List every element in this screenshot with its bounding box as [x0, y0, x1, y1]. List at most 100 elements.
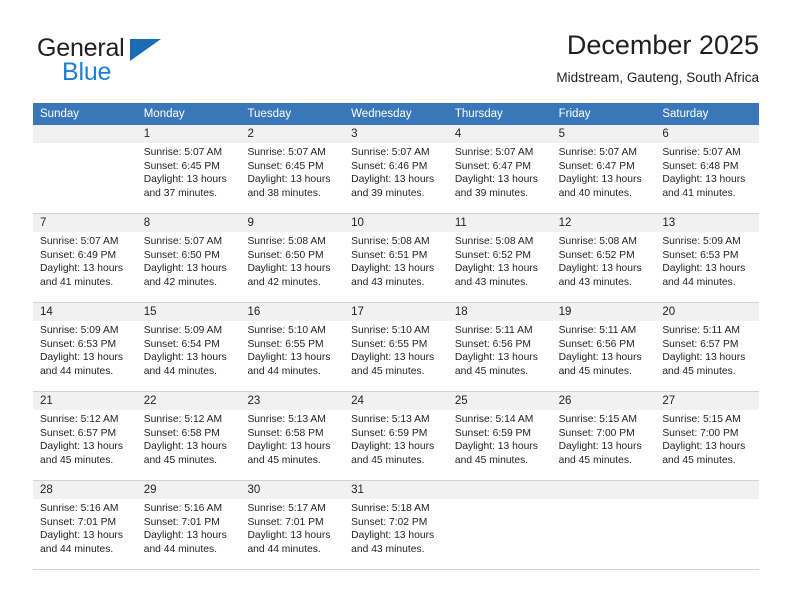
- day-cell-30[interactable]: Sunrise: 5:17 AM Sunset: 7:01 PM Daylight:…: [240, 499, 344, 569]
- day-number-30[interactable]: 30: [240, 481, 344, 499]
- day-cell-10[interactable]: Sunrise: 5:08 AM Sunset: 6:51 PM Daylight:…: [344, 232, 448, 302]
- day-number-15[interactable]: 15: [137, 303, 241, 321]
- day-cell-15[interactable]: Sunrise: 5:09 AM Sunset: 6:54 PM Daylight:…: [137, 321, 241, 391]
- weekday-header-tuesday: Tuesday: [247, 108, 292, 120]
- day-cell-17[interactable]: Sunrise: 5:10 AM Sunset: 6:55 PM Daylight:…: [344, 321, 448, 391]
- day-number-20[interactable]: 20: [655, 303, 759, 321]
- day-detail-line: Sunrise: 5:07 AM: [351, 147, 430, 158]
- day-detail-line: Daylight: 13 hours: [351, 174, 435, 185]
- day-cell-5[interactable]: Sunrise: 5:07 AM Sunset: 6:47 PM Daylight:…: [552, 143, 656, 213]
- day-number-23[interactable]: 23: [240, 392, 344, 410]
- day-number-1[interactable]: 1: [137, 125, 241, 143]
- day-number-31[interactable]: 31: [344, 481, 448, 499]
- day-detail-line: Daylight: 13 hours: [40, 263, 123, 274]
- day-cell-27[interactable]: Sunrise: 5:15 AM Sunset: 7:00 PM Daylight:…: [655, 410, 759, 480]
- day-detail-line: and 40 minutes.: [558, 187, 632, 199]
- day-cell-12[interactable]: Sunrise: 5:08 AM Sunset: 6:52 PM Daylight:…: [552, 232, 656, 302]
- day-cell-13[interactable]: Sunrise: 5:09 AM Sunset: 6:53 PM Daylight:…: [655, 232, 759, 302]
- day-cell-16[interactable]: Sunrise: 5:10 AM Sunset: 6:55 PM Daylight:…: [240, 321, 344, 391]
- day-detail-line: Daylight: 13 hours: [662, 263, 746, 274]
- day-detail-line: and 44 minutes.: [40, 365, 114, 377]
- day-number-25[interactable]: 25: [448, 392, 552, 410]
- day-number-10[interactable]: 10: [344, 214, 448, 232]
- weekday-header-friday: Friday: [558, 108, 591, 120]
- day-number-empty: [448, 481, 552, 499]
- day-number-29[interactable]: 29: [137, 481, 241, 499]
- title-block: December 2025 Midstream, Gauteng, South …: [556, 28, 759, 88]
- day-cell-28[interactable]: Sunrise: 5:16 AM Sunset: 7:01 PM Daylight:…: [33, 499, 137, 569]
- week-content-row: Sunrise: 5:07 AM Sunset: 6:49 PM Daylight:…: [33, 232, 759, 302]
- day-number-16[interactable]: 16: [240, 303, 344, 321]
- general-blue-logo[interactable]: General Blue: [33, 34, 223, 90]
- day-detail-line: Sunrise: 5:11 AM: [662, 325, 740, 336]
- day-detail-line: Daylight: 13 hours: [40, 441, 123, 452]
- day-detail-line: Daylight: 13 hours: [247, 530, 331, 541]
- day-number-22[interactable]: 22: [137, 392, 241, 410]
- day-number-8[interactable]: 8: [137, 214, 241, 232]
- day-detail-line: and 45 minutes.: [143, 454, 217, 466]
- day-number-28[interactable]: 28: [33, 481, 137, 499]
- day-cell-23[interactable]: Sunrise: 5:13 AM Sunset: 6:58 PM Daylight:…: [240, 410, 344, 480]
- day-detail-line: Sunset: 6:52 PM: [558, 249, 635, 261]
- day-cell-26[interactable]: Sunrise: 5:15 AM Sunset: 7:00 PM Daylight:…: [552, 410, 656, 480]
- day-number-26[interactable]: 26: [552, 392, 656, 410]
- day-cell-1[interactable]: Sunrise: 5:07 AM Sunset: 6:45 PM Daylight:…: [137, 143, 241, 213]
- week-content-row: Sunrise: 5:07 AM Sunset: 6:45 PM Daylight:…: [33, 143, 759, 213]
- day-number-19[interactable]: 19: [552, 303, 656, 321]
- day-number-24[interactable]: 24: [344, 392, 448, 410]
- day-number-3[interactable]: 3: [344, 125, 448, 143]
- day-detail-line: Daylight: 13 hours: [143, 441, 227, 452]
- day-detail-line: Sunrise: 5:11 AM: [558, 325, 637, 336]
- day-number-12[interactable]: 12: [552, 214, 656, 232]
- day-number-7[interactable]: 7: [33, 214, 137, 232]
- day-cell-14[interactable]: Sunrise: 5:09 AM Sunset: 6:53 PM Daylight:…: [33, 321, 137, 391]
- day-cell-4[interactable]: Sunrise: 5:07 AM Sunset: 6:47 PM Daylight:…: [448, 143, 552, 213]
- day-cell-18[interactable]: Sunrise: 5:11 AM Sunset: 6:56 PM Daylight:…: [448, 321, 552, 391]
- day-detail-line: and 41 minutes.: [40, 276, 114, 288]
- day-detail-line: and 39 minutes.: [454, 187, 529, 199]
- day-cell-29[interactable]: Sunrise: 5:16 AM Sunset: 7:01 PM Daylight:…: [137, 499, 241, 569]
- day-number-2[interactable]: 2: [240, 125, 344, 143]
- day-number-27[interactable]: 27: [655, 392, 759, 410]
- day-detail-line: Sunrise: 5:10 AM: [351, 325, 430, 336]
- day-cell-20[interactable]: Sunrise: 5:11 AM Sunset: 6:57 PM Daylight:…: [655, 321, 759, 391]
- day-cell-7[interactable]: Sunrise: 5:07 AM Sunset: 6:49 PM Daylight:…: [33, 232, 137, 302]
- day-detail-line: and 44 minutes.: [40, 543, 114, 555]
- day-cell-2[interactable]: Sunrise: 5:07 AM Sunset: 6:45 PM Daylight:…: [240, 143, 344, 213]
- day-detail-line: and 44 minutes.: [143, 543, 217, 555]
- day-cell-11[interactable]: Sunrise: 5:08 AM Sunset: 6:52 PM Daylight:…: [448, 232, 552, 302]
- day-number-5[interactable]: 5: [552, 125, 656, 143]
- day-cell-8[interactable]: Sunrise: 5:07 AM Sunset: 6:50 PM Daylight:…: [137, 232, 241, 302]
- day-detail-line: Daylight: 13 hours: [662, 174, 746, 185]
- day-cell-6[interactable]: Sunrise: 5:07 AM Sunset: 6:48 PM Daylight:…: [655, 143, 759, 213]
- day-number-21[interactable]: 21: [33, 392, 137, 410]
- day-detail-line: and 43 minutes.: [558, 276, 632, 288]
- day-detail-line: Sunrise: 5:09 AM: [143, 325, 223, 336]
- page-title: December 2025: [566, 30, 759, 60]
- day-cell-25[interactable]: Sunrise: 5:14 AM Sunset: 6:59 PM Daylight:…: [448, 410, 552, 480]
- day-cell-19[interactable]: Sunrise: 5:11 AM Sunset: 6:56 PM Daylight:…: [552, 321, 656, 391]
- day-number-11[interactable]: 11: [448, 214, 552, 232]
- day-detail-line: Sunrise: 5:16 AM: [40, 503, 119, 514]
- day-cell-22[interactable]: Sunrise: 5:12 AM Sunset: 6:58 PM Daylight:…: [137, 410, 241, 480]
- day-number-17[interactable]: 17: [344, 303, 448, 321]
- day-cell-24[interactable]: Sunrise: 5:13 AM Sunset: 6:59 PM Daylight:…: [344, 410, 448, 480]
- day-cell-31[interactable]: Sunrise: 5:18 AM Sunset: 7:02 PM Daylight:…: [344, 499, 448, 569]
- day-detail-line: and 43 minutes.: [351, 543, 425, 555]
- day-number-14[interactable]: 14: [33, 303, 137, 321]
- day-detail-line: Daylight: 13 hours: [143, 530, 227, 541]
- day-number-13[interactable]: 13: [655, 214, 759, 232]
- day-cell-3[interactable]: Sunrise: 5:07 AM Sunset: 6:46 PM Daylight:…: [344, 143, 448, 213]
- day-detail-line: Sunrise: 5:10 AM: [247, 325, 326, 336]
- day-number-18[interactable]: 18: [448, 303, 552, 321]
- day-cell-empty: [552, 499, 656, 569]
- day-cell-21[interactable]: Sunrise: 5:12 AM Sunset: 6:57 PM Daylight:…: [33, 410, 137, 480]
- day-cell-9[interactable]: Sunrise: 5:08 AM Sunset: 6:50 PM Daylight:…: [240, 232, 344, 302]
- day-detail-line: Daylight: 13 hours: [454, 352, 538, 363]
- day-number-9[interactable]: 9: [240, 214, 344, 232]
- day-number-6[interactable]: 6: [655, 125, 759, 143]
- day-detail-line: and 38 minutes.: [247, 187, 321, 199]
- day-number-4[interactable]: 4: [448, 125, 552, 143]
- day-detail-line: Daylight: 13 hours: [247, 352, 331, 363]
- day-detail-line: Sunset: 7:01 PM: [247, 516, 324, 528]
